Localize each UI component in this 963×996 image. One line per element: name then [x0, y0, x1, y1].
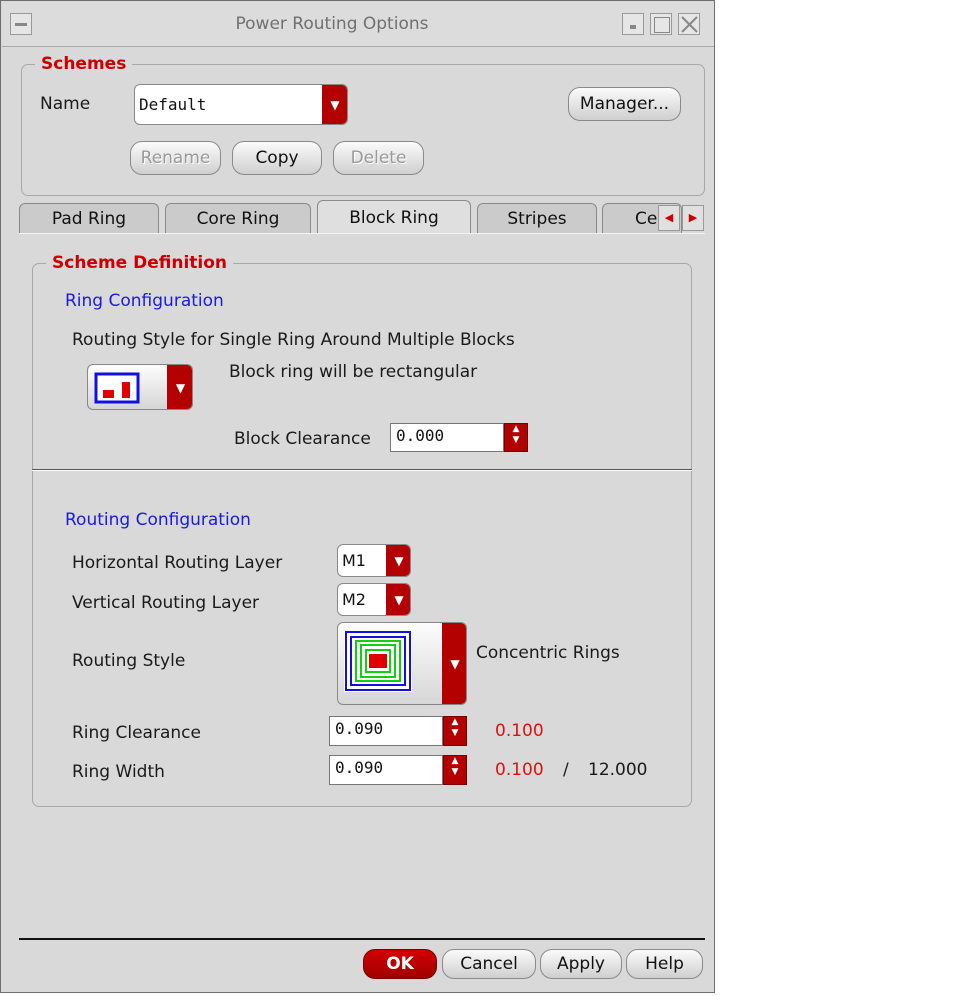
- block-clearance-label: Block Clearance: [234, 429, 371, 449]
- scheme-name-select[interactable]: Default ▼: [134, 84, 348, 125]
- close-icon[interactable]: [678, 13, 700, 35]
- ring-width-max-value: 12.000: [588, 760, 648, 780]
- tab-scroll-left-icon[interactable]: ◀: [658, 205, 680, 231]
- ok-button[interactable]: OK: [363, 949, 437, 979]
- ring-width-min-value: 0.100: [495, 760, 544, 780]
- copy-button[interactable]: Copy: [232, 141, 322, 175]
- delete-button[interactable]: Delete: [333, 141, 424, 175]
- chevron-down-icon[interactable]: ▼: [167, 365, 192, 409]
- routing-style-value: Concentric Rings: [476, 643, 620, 663]
- chevron-down-icon[interactable]: ▼: [386, 584, 410, 615]
- help-button[interactable]: Help: [626, 949, 703, 979]
- ring-width-separator: /: [563, 760, 569, 780]
- power-routing-options-window: Power Routing Options Schemes Name Defau…: [0, 0, 715, 993]
- tab-pad-ring[interactable]: Pad Ring: [19, 203, 159, 233]
- chevron-down-icon[interactable]: ▼: [442, 623, 466, 704]
- chevron-down-icon[interactable]: ▼: [322, 85, 347, 124]
- scheme-name-value: Default: [139, 95, 207, 114]
- maximize-icon[interactable]: [650, 13, 672, 35]
- horizontal-routing-layer-label: Horizontal Routing Layer: [72, 553, 283, 573]
- cancel-button[interactable]: Cancel: [442, 949, 536, 979]
- ring-routing-style-label: Routing Style for Single Ring Around Mul…: [72, 330, 515, 350]
- tab-core-ring[interactable]: Core Ring: [165, 203, 311, 233]
- ring-clearance-min-value: 0.100: [495, 721, 544, 741]
- tab-scroll-right-icon[interactable]: ▶: [682, 205, 704, 231]
- routing-style-label: Routing Style: [72, 651, 186, 671]
- ring-clearance-stepper[interactable]: ▲ ▼: [443, 716, 467, 746]
- rename-button[interactable]: Rename: [130, 141, 221, 175]
- footer-divider: [19, 938, 705, 940]
- section-divider-highlight: [32, 470, 692, 471]
- minimize-icon[interactable]: [622, 13, 644, 35]
- tab-panel-top-line: [19, 233, 705, 234]
- ring-configuration-heading: Ring Configuration: [65, 291, 224, 311]
- chevron-down-icon[interactable]: ▼: [386, 545, 410, 576]
- scheme-name-label: Name: [40, 94, 91, 114]
- vertical-routing-layer-select[interactable]: M2 ▼: [337, 583, 411, 616]
- ring-clearance-label: Ring Clearance: [72, 723, 201, 743]
- routing-configuration-heading: Routing Configuration: [65, 510, 251, 530]
- tab-block-ring[interactable]: Block Ring: [317, 200, 471, 234]
- ring-clearance-input[interactable]: 0.090: [329, 716, 443, 746]
- ring-width-input[interactable]: 0.090: [329, 755, 443, 785]
- vertical-routing-layer-label: Vertical Routing Layer: [72, 593, 260, 613]
- ring-width-stepper[interactable]: ▲ ▼: [443, 755, 467, 785]
- scheme-definition-legend: Scheme Definition: [46, 253, 234, 273]
- ring-style-select[interactable]: ▼: [87, 364, 193, 410]
- window-title: Power Routing Options: [235, 14, 429, 34]
- routing-style-select[interactable]: ▼: [337, 622, 467, 705]
- schemes-frame: [21, 64, 705, 196]
- manager-button[interactable]: Manager...: [568, 87, 681, 121]
- concentric-rings-icon: [344, 630, 412, 692]
- schemes-legend: Schemes: [35, 54, 133, 74]
- apply-button[interactable]: Apply: [540, 949, 622, 979]
- horizontal-routing-layer-value: M1: [342, 551, 366, 570]
- rectangular-ring-icon: [94, 372, 140, 404]
- ring-width-label: Ring Width: [72, 762, 165, 782]
- tab-stripes[interactable]: Stripes: [477, 203, 597, 233]
- block-clearance-stepper[interactable]: ▲ ▼: [504, 423, 528, 452]
- vertical-routing-layer-value: M2: [342, 590, 366, 609]
- title-bar[interactable]: Power Routing Options: [2, 2, 714, 47]
- block-clearance-input[interactable]: 0.000: [390, 423, 504, 452]
- ring-style-description: Block ring will be rectangular: [229, 362, 478, 382]
- horizontal-routing-layer-select[interactable]: M1 ▼: [337, 544, 411, 577]
